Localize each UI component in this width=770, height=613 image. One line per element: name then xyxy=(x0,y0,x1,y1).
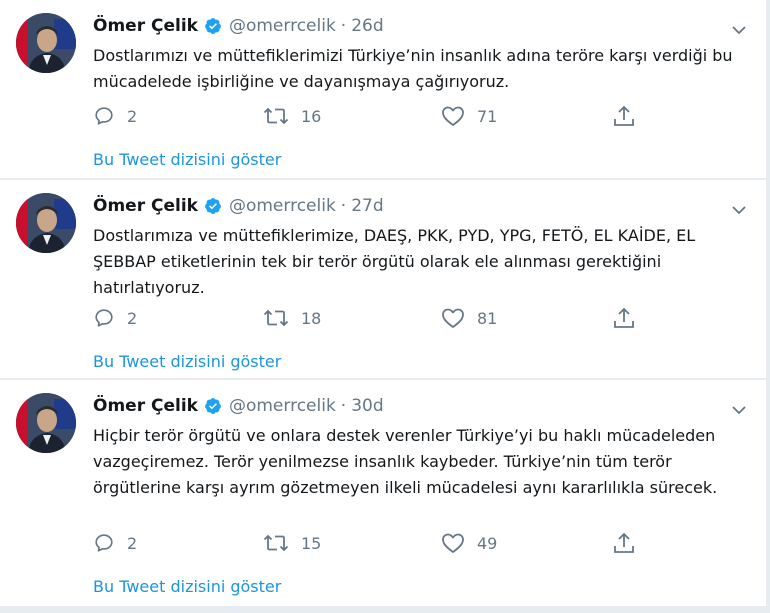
reply-button[interactable]: 2 xyxy=(93,104,137,128)
retweet-button[interactable]: 16 xyxy=(263,104,321,128)
author-handle[interactable]: @omerrcelik xyxy=(229,196,336,216)
retweet-button[interactable]: 15 xyxy=(263,531,321,555)
tweet-header: Ömer Çelik @omerrcelik · 26d xyxy=(93,14,384,38)
like-count: 71 xyxy=(477,106,498,126)
reply-icon xyxy=(95,309,113,327)
show-thread-link[interactable]: Bu Tweet dizisini göster xyxy=(93,352,281,372)
author-handle[interactable]: @omerrcelik xyxy=(229,16,336,36)
retweet-button[interactable]: 18 xyxy=(263,306,321,330)
share-button[interactable] xyxy=(613,531,647,555)
like-button[interactable]: 71 xyxy=(441,104,497,128)
reply-icon xyxy=(95,534,113,552)
reply-count: 2 xyxy=(127,533,138,553)
heart-icon xyxy=(442,308,464,328)
author-handle[interactable]: @omerrcelik xyxy=(229,396,336,416)
chevron-down-icon[interactable] xyxy=(732,400,746,415)
tweet-card[interactable]: Ömer Çelik @omerrcelik · 26d Dostlarımız… xyxy=(0,0,766,179)
verified-badge-icon xyxy=(204,17,222,35)
share-button[interactable] xyxy=(613,306,647,330)
retweet-icon xyxy=(263,107,289,125)
avatar[interactable] xyxy=(16,193,76,253)
share-icon xyxy=(614,307,634,328)
reply-icon xyxy=(95,107,113,125)
reply-button[interactable]: 2 xyxy=(93,531,137,555)
tweet-text: Dostlarımıza ve müttefiklerimize, DAEŞ, … xyxy=(93,226,696,297)
show-thread-link[interactable]: Bu Tweet dizisini göster xyxy=(93,577,281,597)
share-icon xyxy=(614,532,634,553)
share-icon xyxy=(614,105,634,126)
chevron-down-icon[interactable] xyxy=(732,200,746,215)
like-count: 49 xyxy=(477,533,498,553)
avatar[interactable] xyxy=(16,13,76,73)
author-name[interactable]: Ömer Çelik xyxy=(93,196,198,216)
separator: · xyxy=(340,396,347,416)
tweet-actions: 2 15 49 xyxy=(93,531,653,555)
avatar[interactable] xyxy=(16,393,76,453)
author-name[interactable]: Ömer Çelik xyxy=(93,16,198,36)
tweet-actions: 2 16 71 xyxy=(93,104,653,128)
retweet-icon xyxy=(263,534,289,552)
chevron-down-icon[interactable] xyxy=(732,20,746,35)
show-thread-link[interactable]: Bu Tweet dizisini göster xyxy=(93,150,281,170)
reply-count: 2 xyxy=(127,106,138,126)
tweet-timestamp[interactable]: 26d xyxy=(351,16,383,36)
heart-icon xyxy=(442,533,464,553)
retweet-count: 15 xyxy=(301,533,322,553)
tweet-timestamp[interactable]: 30d xyxy=(351,396,383,416)
verified-badge-icon xyxy=(204,197,222,215)
tweet-card[interactable]: Ömer Çelik @omerrcelik · 27d Dostlarımız… xyxy=(0,180,766,379)
share-button[interactable] xyxy=(613,104,647,128)
tweet-text: Dostlarımızı ve müttefiklerimizi Türkiye… xyxy=(93,46,733,91)
separator: · xyxy=(340,196,347,216)
tweet-card[interactable]: Ömer Çelik @omerrcelik · 30d Hiçbir terö… xyxy=(0,380,766,607)
separator: · xyxy=(340,16,347,36)
tweet-text: Hiçbir terör örgütü ve onlara destek ver… xyxy=(93,426,718,497)
tweet-timestamp[interactable]: 27d xyxy=(351,196,383,216)
retweet-count: 16 xyxy=(301,106,322,126)
author-name[interactable]: Ömer Çelik xyxy=(93,396,198,416)
like-count: 81 xyxy=(477,308,498,328)
reply-count: 2 xyxy=(127,308,138,328)
heart-icon xyxy=(442,106,464,126)
tweet-timeline: Ömer Çelik @omerrcelik · 26d Dostlarımız… xyxy=(0,0,770,613)
like-button[interactable]: 49 xyxy=(441,531,497,555)
retweet-count: 18 xyxy=(301,308,322,328)
like-button[interactable]: 81 xyxy=(441,306,497,330)
tweet-header: Ömer Çelik @omerrcelik · 27d xyxy=(93,194,384,218)
tweet-header: Ömer Çelik @omerrcelik · 30d xyxy=(93,394,384,418)
verified-badge-icon xyxy=(204,397,222,415)
tweet-actions: 2 18 81 xyxy=(93,306,653,330)
retweet-icon xyxy=(263,309,289,327)
reply-button[interactable]: 2 xyxy=(93,306,137,330)
